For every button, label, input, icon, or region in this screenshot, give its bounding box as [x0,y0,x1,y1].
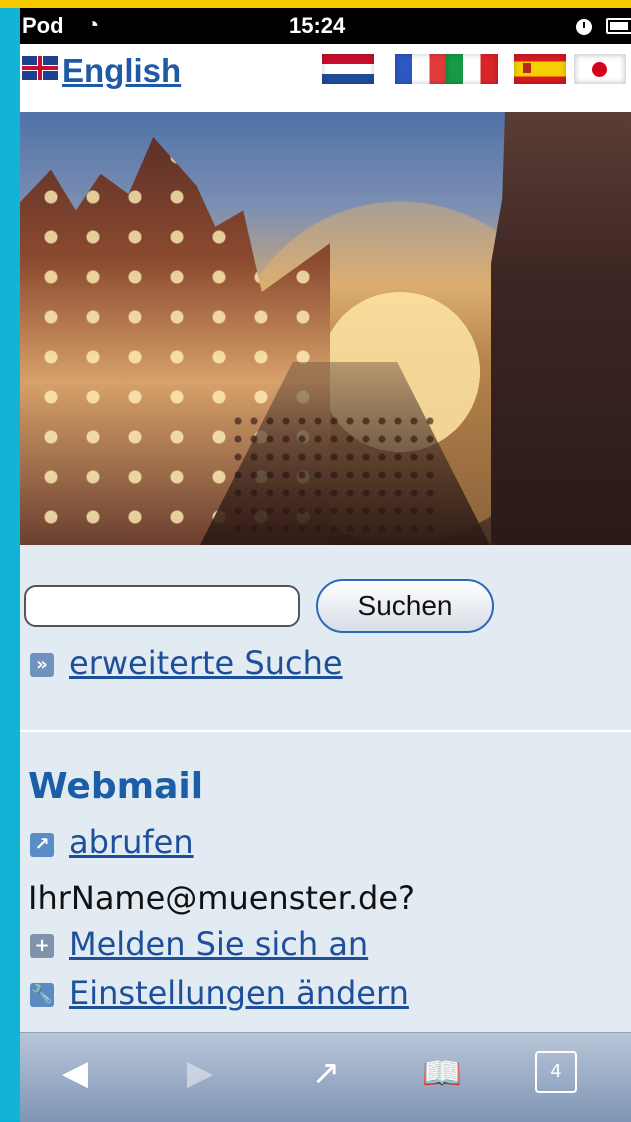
webmail-title: Webmail [28,766,204,807]
share-icon[interactable]: ↗ [304,1053,348,1093]
advanced-search-link[interactable]: erweiterte Suche [69,644,343,682]
search-section: Suchen » erweiterte Suche [20,545,631,731]
carrier-label: Pod [22,13,64,38]
battery-icon [606,18,631,34]
plus-icon: + [30,934,54,958]
wrench-icon: 🔧 [30,983,54,1007]
forward-icon[interactable]: ▶ [180,1053,220,1093]
pages-button[interactable]: 4 [535,1051,577,1093]
status-time: 15:24 [289,13,346,38]
clock-icon [576,19,592,35]
top-accent-strip [0,0,631,8]
email-prompt: IhrName@muenster.de? [28,879,415,917]
external-link-icon: ↗ [30,833,54,857]
settings-link[interactable]: Einstellungen ändern [69,974,409,1012]
browser-toolbar: ◀ ▶ ↗ 📖 4 [20,1032,631,1122]
italy-flag[interactable] [446,54,498,84]
france-flag[interactable] [395,54,447,84]
spain-flag[interactable] [514,54,566,84]
city-photo [20,112,631,545]
search-input[interactable] [24,585,300,627]
webmail-fetch-link[interactable]: abrufen [69,823,194,861]
back-icon[interactable]: ◀ [55,1053,95,1093]
status-bar: Pod ◔ 15:24 [20,8,631,44]
signin-link[interactable]: Melden Sie sich an [69,925,368,963]
japan-flag[interactable] [574,54,626,84]
english-link[interactable]: English [62,52,181,90]
netherlands-flag[interactable] [322,54,374,84]
divider [20,730,631,732]
uk-flag-icon[interactable] [22,56,58,80]
web-page: English Suchen » erweiterte Suche Webmai… [20,44,631,1032]
double-chevron-icon: » [30,653,54,677]
wifi-icon: ◔ [86,12,100,37]
pages-count: 4 [550,1061,562,1082]
right-building [491,112,631,545]
device-side-frame [0,0,20,1121]
language-bar: English [20,44,631,112]
search-button[interactable]: Suchen [316,579,494,633]
bookmarks-icon[interactable]: 📖 [414,1053,470,1093]
crowd-silhouettes [230,412,440,532]
